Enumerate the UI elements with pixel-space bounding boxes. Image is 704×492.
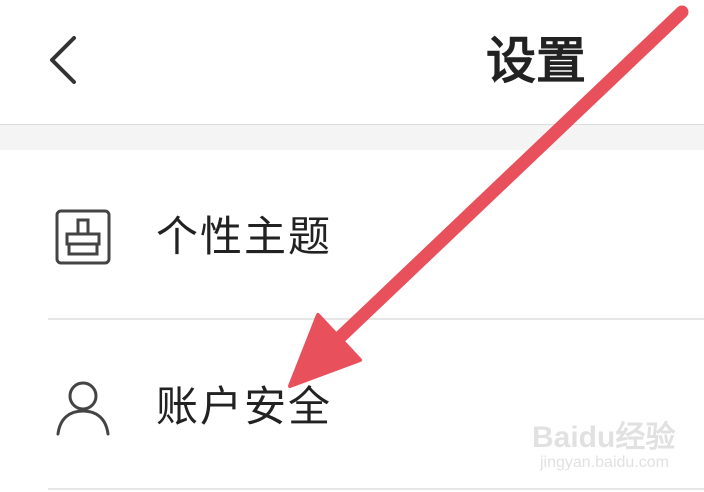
- menu-item-personal-theme[interactable]: 个性主题: [0, 150, 704, 318]
- back-button[interactable]: [40, 28, 90, 92]
- settings-page: 设置 个性主题 账户安全 Baidu经验 jingyan.baidu.com: [0, 0, 704, 492]
- watermark-url: jingyan.baidu.com: [540, 454, 669, 471]
- menu-item-label: 账户安全: [156, 382, 333, 431]
- chevron-left-icon: [50, 36, 76, 84]
- watermark-brand: Baidu经验: [532, 421, 676, 454]
- section-separator: [0, 124, 704, 150]
- header-bar: 设置: [0, 0, 704, 124]
- divider: [48, 488, 704, 490]
- menu-item-label: 个性主题: [156, 212, 333, 261]
- user-icon: [52, 376, 114, 438]
- theme-brush-icon: [52, 206, 114, 268]
- baidu-jingyan-watermark: Baidu经验 jingyan.baidu.com: [530, 412, 680, 484]
- page-title: 设置: [486, 31, 586, 90]
